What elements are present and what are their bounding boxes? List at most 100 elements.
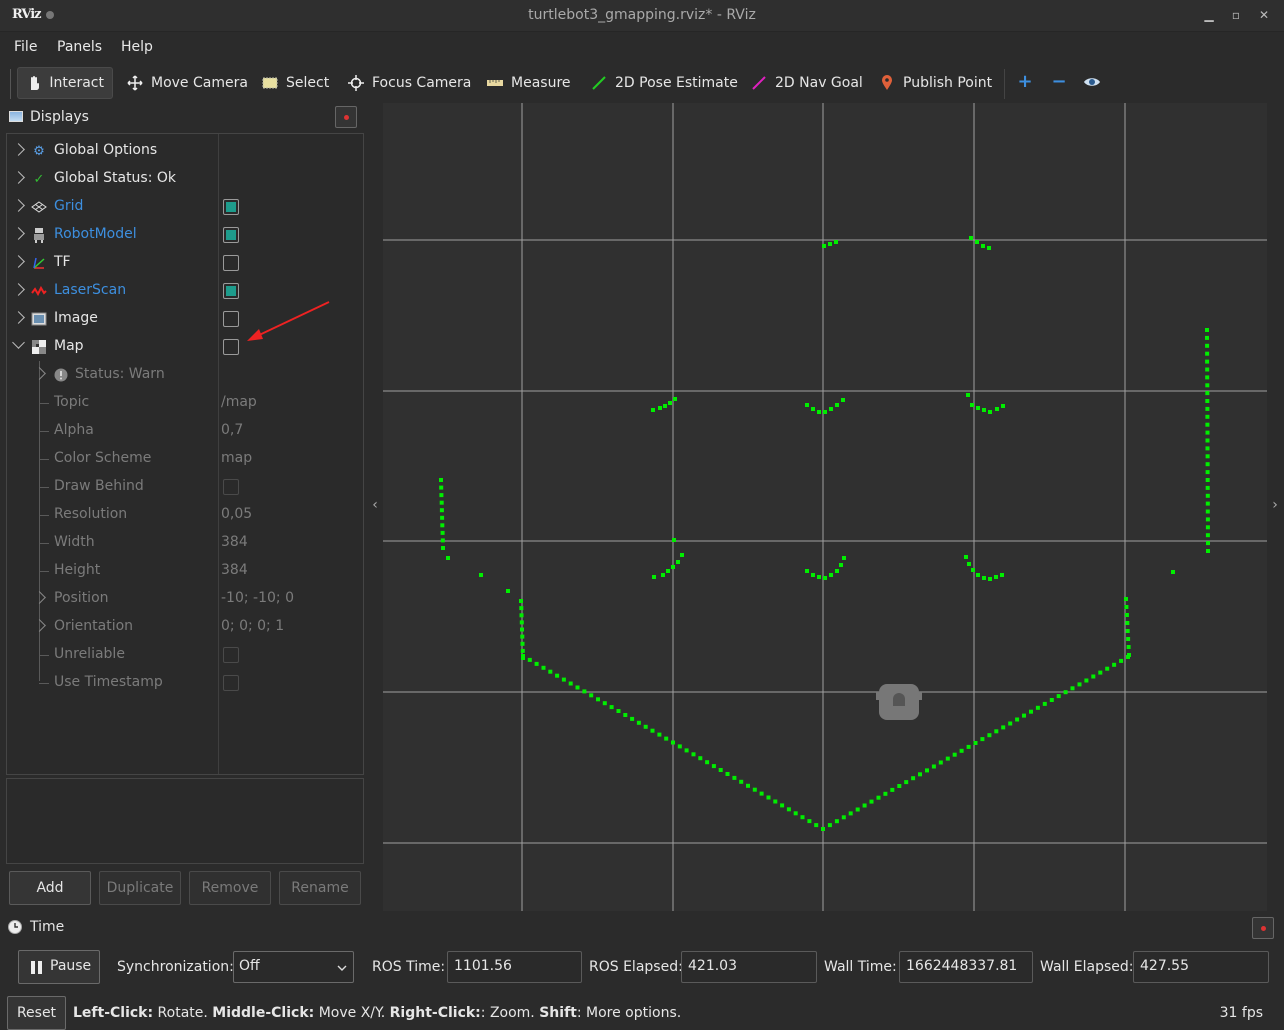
property-description [6, 778, 364, 864]
display-row-global-status[interactable]: ✓ Global Status: Ok [7, 165, 363, 193]
display-row-grid[interactable]: Grid [7, 193, 363, 221]
expand-arrow-icon[interactable] [33, 367, 46, 380]
expand-arrow-icon[interactable] [12, 255, 25, 268]
collapse-arrow-icon[interactable] [12, 336, 25, 349]
toolbar: Interact Move Camera Select Focus Camera… [0, 63, 1284, 101]
menu-panels[interactable]: Panels [57, 39, 102, 55]
prop-value[interactable]: 0; 0; 0; 1 [221, 618, 284, 634]
map-prop-draw-behind[interactable]: Draw Behind [7, 473, 363, 501]
expand-arrow-icon[interactable] [12, 311, 25, 324]
pause-button[interactable]: Pause [18, 950, 100, 984]
expand-arrow-icon[interactable] [12, 143, 25, 156]
laser-point [739, 779, 744, 784]
zoom-in-button[interactable]: + [1016, 73, 1034, 91]
move-camera-tool[interactable]: Move Camera [119, 67, 256, 99]
laser-point [519, 613, 524, 618]
laser-point [1125, 629, 1130, 633]
interact-tool[interactable]: Interact [17, 67, 113, 99]
map-prop-unreliable[interactable]: Unreliable [7, 641, 363, 669]
display-row-robotmodel[interactable]: RobotModel [7, 221, 363, 249]
menu-help[interactable]: Help [121, 39, 153, 55]
minimize-icon[interactable]: ▁ [1201, 7, 1217, 23]
displays-close-button[interactable] [335, 106, 357, 128]
rename-button[interactable]: Rename [279, 871, 361, 905]
draw-behind-checkbox[interactable] [223, 479, 239, 495]
map-prop-alpha[interactable]: Alpha 0,7 [7, 417, 363, 445]
laser-point [1205, 335, 1209, 340]
laser-point [672, 538, 676, 542]
laser-point [520, 641, 525, 646]
map-prop-color-scheme[interactable]: Color Scheme map [7, 445, 363, 473]
title-bar: RViz turtlebot3_gmapping.rviz* - RViz ▁ … [0, 0, 1284, 32]
prop-value[interactable]: 384 [221, 562, 248, 578]
map-prop-width[interactable]: Width 384 [7, 529, 363, 557]
map-prop-position[interactable]: Position -10; -10; 0 [7, 585, 363, 613]
laser-point [904, 780, 909, 785]
laser-point [827, 823, 832, 828]
zoom-out-button[interactable]: − [1050, 73, 1068, 91]
prop-value[interactable]: map [221, 450, 252, 466]
laser-point [925, 768, 929, 773]
laser-point [1205, 414, 1210, 419]
sync-select[interactable]: Off [233, 951, 354, 983]
laser-point [671, 740, 675, 745]
scene-canvas[interactable] [383, 103, 1267, 911]
prop-value[interactable]: 0,7 [221, 422, 243, 438]
prop-value[interactable]: -10; -10; 0 [221, 590, 294, 606]
map-prop-status[interactable]: Status: Warn [7, 361, 363, 389]
menu-file[interactable]: File [14, 39, 37, 55]
map-prop-topic[interactable]: Topic /map [7, 389, 363, 417]
prop-label: Position [54, 590, 109, 606]
reset-button[interactable]: Reset [7, 996, 66, 1030]
remove-button[interactable]: Remove [189, 871, 271, 905]
wall-time-field[interactable]: 1662448337.81 [899, 951, 1033, 983]
ros-time-field[interactable]: 1101.56 [447, 951, 582, 983]
tree-line [39, 543, 49, 544]
grid-checkbox[interactable] [223, 199, 239, 215]
publish-point-tool[interactable]: Publish Point [871, 67, 1000, 99]
render-view[interactable] [383, 103, 1267, 911]
use-timestamp-checkbox[interactable] [223, 675, 239, 691]
expand-arrow-icon[interactable] [33, 591, 46, 604]
time-close-button[interactable] [1252, 917, 1274, 939]
collapse-right-icon[interactable]: › [1268, 497, 1282, 517]
focus-camera-tool[interactable]: Focus Camera [340, 67, 479, 99]
map-prop-height[interactable]: Height 384 [7, 557, 363, 585]
wall-elapsed-label: Wall Elapsed: [1040, 959, 1134, 975]
display-row-global-options[interactable]: ⚙ Global Options [7, 137, 363, 165]
laser-point [1112, 662, 1117, 667]
map-prop-orientation[interactable]: Orientation 0; 0; 0; 1 [7, 613, 363, 641]
map-checkbox[interactable] [223, 339, 239, 355]
laser-point [1049, 698, 1054, 702]
map-prop-resolution[interactable]: Resolution 0,05 [7, 501, 363, 529]
prop-value[interactable]: /map [221, 394, 257, 410]
tf-checkbox[interactable] [223, 255, 239, 271]
wall-elapsed-field[interactable]: 427.55 [1133, 951, 1269, 983]
pose-estimate-tool[interactable]: 2D Pose Estimate [583, 67, 746, 99]
robotmodel-checkbox[interactable] [223, 227, 239, 243]
duplicate-button[interactable]: Duplicate [99, 871, 181, 905]
expand-arrow-icon[interactable] [12, 171, 25, 184]
image-checkbox[interactable] [223, 311, 239, 327]
laserscan-checkbox[interactable] [223, 283, 239, 299]
expand-arrow-icon[interactable] [12, 199, 25, 212]
laser-point [976, 406, 980, 410]
expand-arrow-icon[interactable] [12, 283, 25, 296]
collapse-left-icon[interactable]: ‹ [368, 497, 382, 517]
laser-point [1205, 422, 1210, 427]
prop-value[interactable]: 0,05 [221, 506, 252, 522]
select-tool[interactable]: Select [254, 67, 337, 99]
expand-arrow-icon[interactable] [33, 619, 46, 632]
unreliable-checkbox[interactable] [223, 647, 239, 663]
expand-arrow-icon[interactable] [12, 227, 25, 240]
add-button[interactable]: Add [9, 871, 91, 905]
measure-tool[interactable]: Measure [479, 67, 579, 99]
close-icon[interactable]: ✕ [1256, 7, 1272, 23]
nav-goal-tool[interactable]: 2D Nav Goal [743, 67, 871, 99]
eye-icon[interactable] [1083, 74, 1101, 92]
prop-value[interactable]: 384 [221, 534, 248, 550]
map-prop-use-timestamp[interactable]: Use Timestamp [7, 669, 363, 697]
display-row-tf[interactable]: TF [7, 249, 363, 277]
ros-elapsed-field[interactable]: 421.03 [681, 951, 817, 983]
maximize-icon[interactable]: ▫ [1228, 7, 1244, 23]
